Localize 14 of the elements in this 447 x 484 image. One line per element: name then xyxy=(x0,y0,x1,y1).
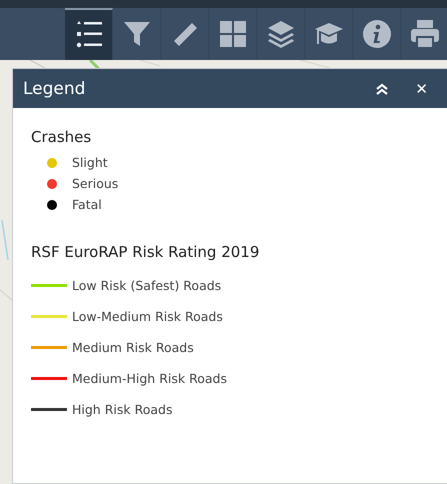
legend-label: Fatal xyxy=(72,197,102,212)
legend-label: Serious xyxy=(72,176,118,191)
legend-label: High Risk Roads xyxy=(72,402,172,417)
legend-label: Low Risk (Safest) Roads xyxy=(72,278,222,293)
legend-label: Medium-High Risk Roads xyxy=(72,371,227,386)
double-chevron-up-icon xyxy=(375,82,390,94)
legend-label: Slight xyxy=(72,155,108,170)
legend-label: Medium Risk Roads xyxy=(72,340,194,355)
section-title: Crashes xyxy=(31,128,92,146)
legend-label: Low-Medium Risk Roads xyxy=(72,309,223,324)
close-button[interactable]: ✕ xyxy=(408,80,435,98)
panel-title: Legend xyxy=(23,78,86,98)
toolbar-button[interactable] xyxy=(65,8,113,60)
section-title: RSF EuroRAP Risk Rating 2019 xyxy=(31,243,260,261)
